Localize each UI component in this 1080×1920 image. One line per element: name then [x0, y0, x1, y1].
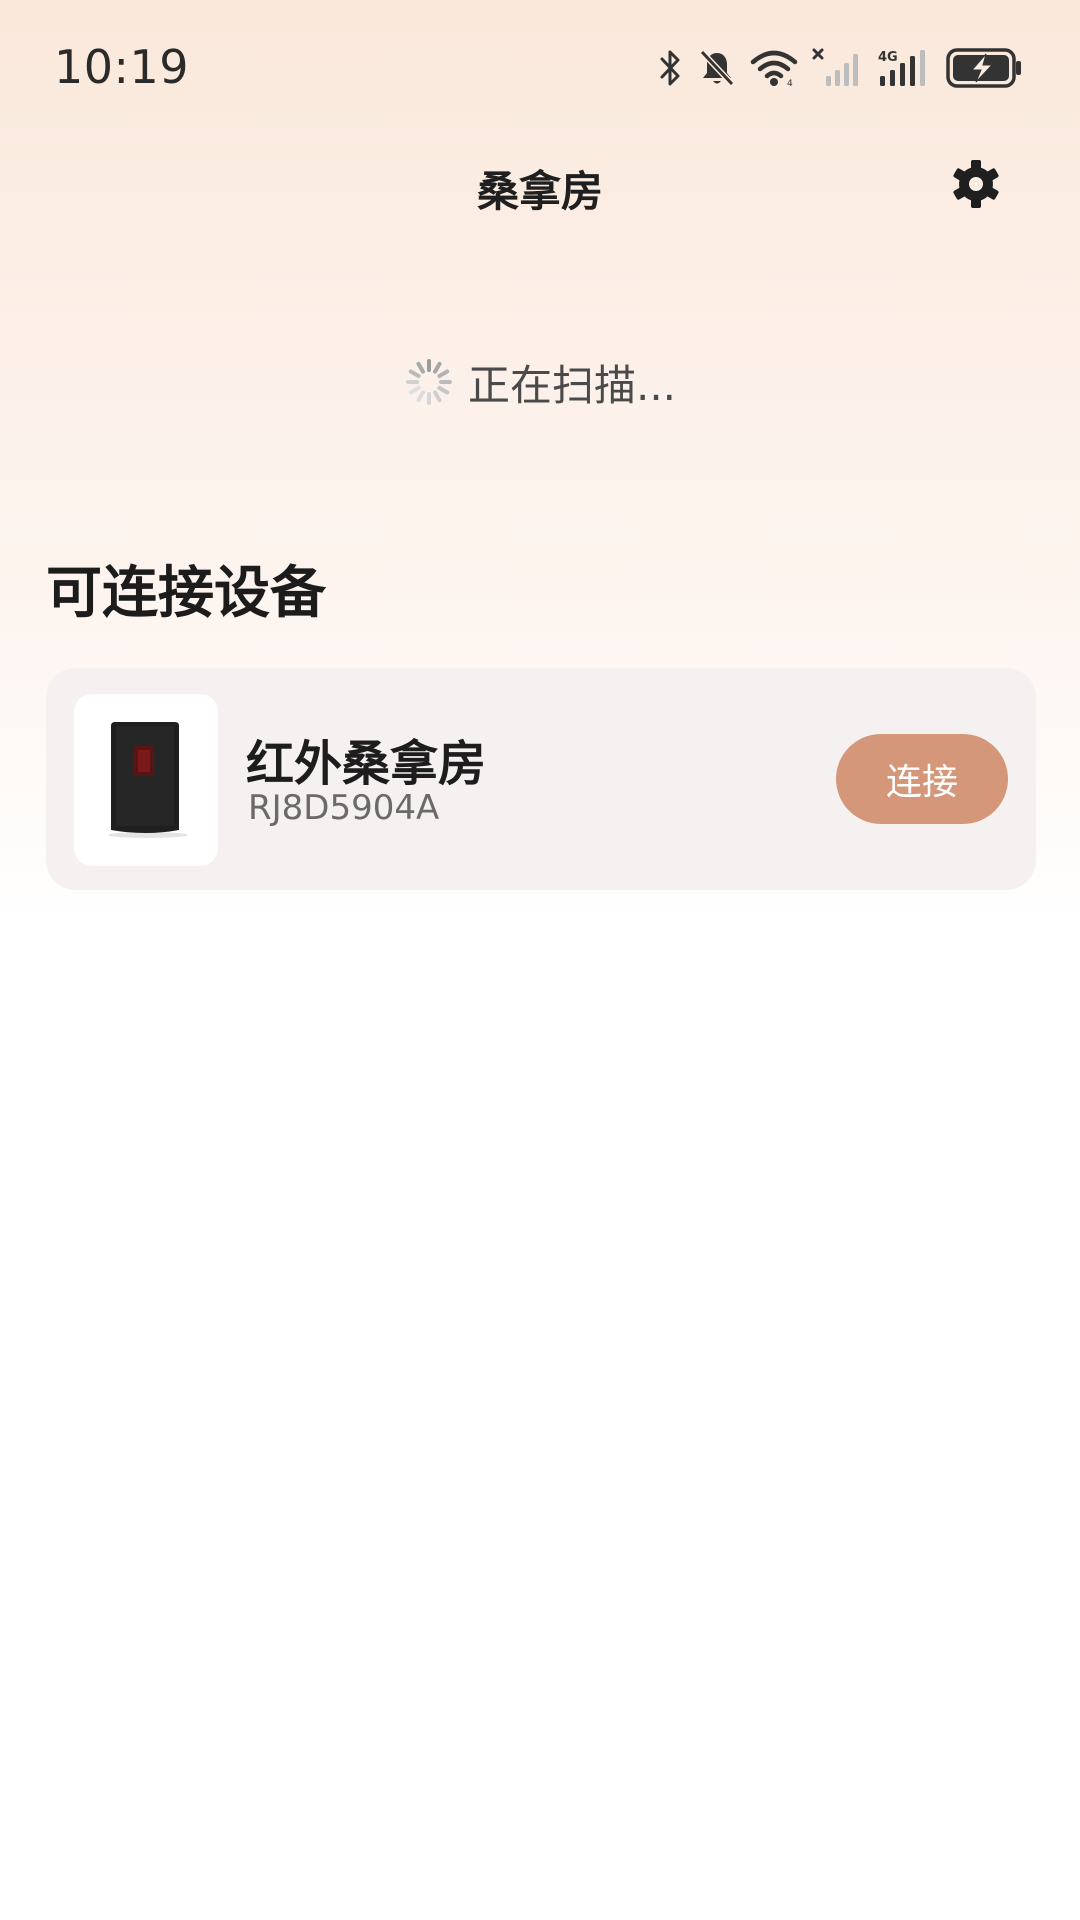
scan-status: 正在扫描...	[0, 350, 1080, 414]
loading-spinner-icon	[405, 359, 452, 405]
svg-text:4: 4	[787, 79, 793, 88]
signal-no-service-icon	[812, 48, 864, 88]
page-title: 桑拿房	[476, 167, 603, 216]
section-title: 可连接设备	[46, 561, 326, 626]
connect-button[interactable]: 连接	[836, 734, 1008, 824]
wifi-icon: 4	[750, 48, 798, 88]
signal-4g-icon: 4G	[878, 48, 932, 88]
scan-status-text: 正在扫描...	[467, 360, 677, 410]
device-name: 红外桑拿房	[246, 736, 487, 792]
bell-muted-icon	[698, 48, 736, 88]
settings-button[interactable]	[946, 154, 1006, 214]
status-time: 10:19	[54, 40, 190, 94]
device-card[interactable]: 红外桑拿房 RJ8D5904A 连接	[46, 668, 1036, 890]
device-thumbnail	[74, 694, 218, 866]
bluetooth-icon	[658, 48, 684, 88]
status-icons: 4 4G	[658, 44, 1024, 92]
app-header: 桑拿房	[0, 140, 1080, 230]
device-id: RJ8D5904A	[248, 788, 440, 828]
status-bar: 10:19 4 4G	[0, 0, 1080, 130]
gear-icon	[953, 160, 999, 208]
network-type-label: 4G	[878, 50, 898, 65]
battery-charging-icon	[946, 47, 1024, 89]
sauna-device-image	[108, 722, 188, 838]
